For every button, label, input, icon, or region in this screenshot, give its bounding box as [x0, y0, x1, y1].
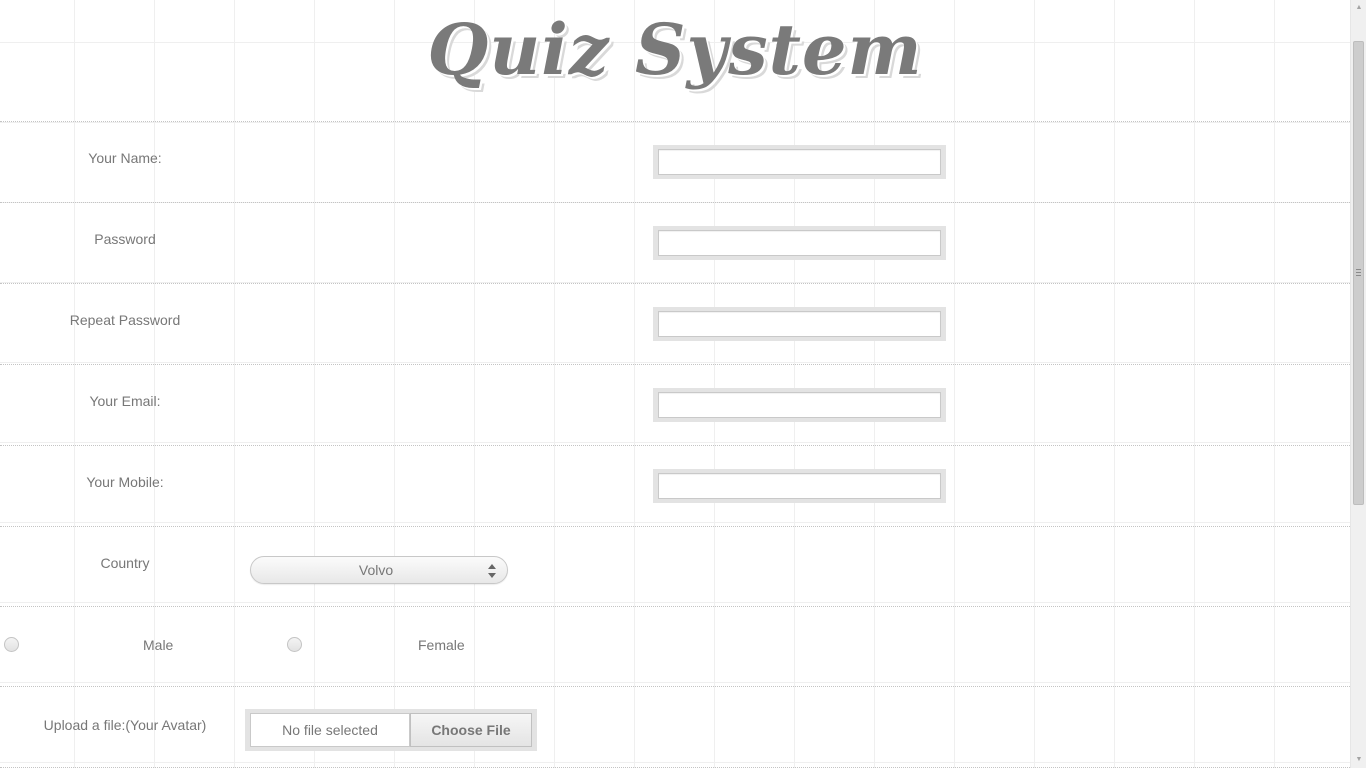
form-row-repeat-password: Repeat Password [0, 283, 1350, 364]
country-label: Country [100, 555, 150, 571]
form-row-country: Country Volvo [0, 526, 1350, 607]
repeat-password-label: Repeat Password [69, 312, 181, 328]
registration-page: Quiz System Your Name: Password Repeat P… [0, 0, 1350, 768]
form-row-gender: Male Female [0, 606, 1350, 687]
email-label: Your Email: [89, 393, 161, 409]
form-row-password: Password [0, 202, 1350, 283]
password-input[interactable] [658, 230, 941, 256]
file-status: No file selected [250, 713, 410, 747]
grip-icon [1356, 269, 1361, 276]
form-row-upload: Upload a file:(Your Avatar) No file sele… [0, 686, 1350, 768]
scroll-up-arrow-icon[interactable]: ▲ [1351, 0, 1366, 16]
form-row-name: Your Name: [0, 121, 1350, 202]
choose-file-button[interactable]: Choose File [410, 713, 532, 747]
country-selected-value: Volvo [358, 562, 394, 578]
email-input-frame [653, 388, 946, 422]
scroll-down-arrow-icon[interactable]: ▼ [1351, 752, 1366, 768]
name-input-frame [653, 145, 946, 179]
form-row-mobile: Your Mobile: [0, 445, 1350, 526]
mobile-label: Your Mobile: [86, 474, 164, 490]
vertical-scrollbar[interactable]: ▲ ▼ [1350, 0, 1366, 768]
mobile-input-frame [653, 469, 946, 503]
select-updown-icon [488, 564, 496, 578]
password-input-frame [653, 226, 946, 260]
country-select[interactable]: Volvo [250, 556, 508, 584]
male-label: Male [143, 637, 174, 653]
email-input[interactable] [658, 392, 941, 418]
name-label: Your Name: [88, 150, 162, 166]
repeat-password-input[interactable] [658, 311, 941, 337]
male-radio[interactable] [4, 637, 19, 652]
repeat-password-input-frame [653, 307, 946, 341]
password-label: Password [94, 231, 156, 247]
file-upload-control: No file selected Choose File [245, 709, 537, 751]
female-radio[interactable] [287, 637, 302, 652]
scroll-thumb[interactable] [1353, 41, 1364, 505]
female-label: Female [418, 637, 465, 653]
page-title: Quiz System [427, 8, 923, 91]
form-row-email: Your Email: [0, 364, 1350, 445]
mobile-input[interactable] [658, 473, 941, 499]
name-input[interactable] [658, 149, 941, 175]
upload-label: Upload a file:(Your Avatar) [43, 717, 207, 733]
